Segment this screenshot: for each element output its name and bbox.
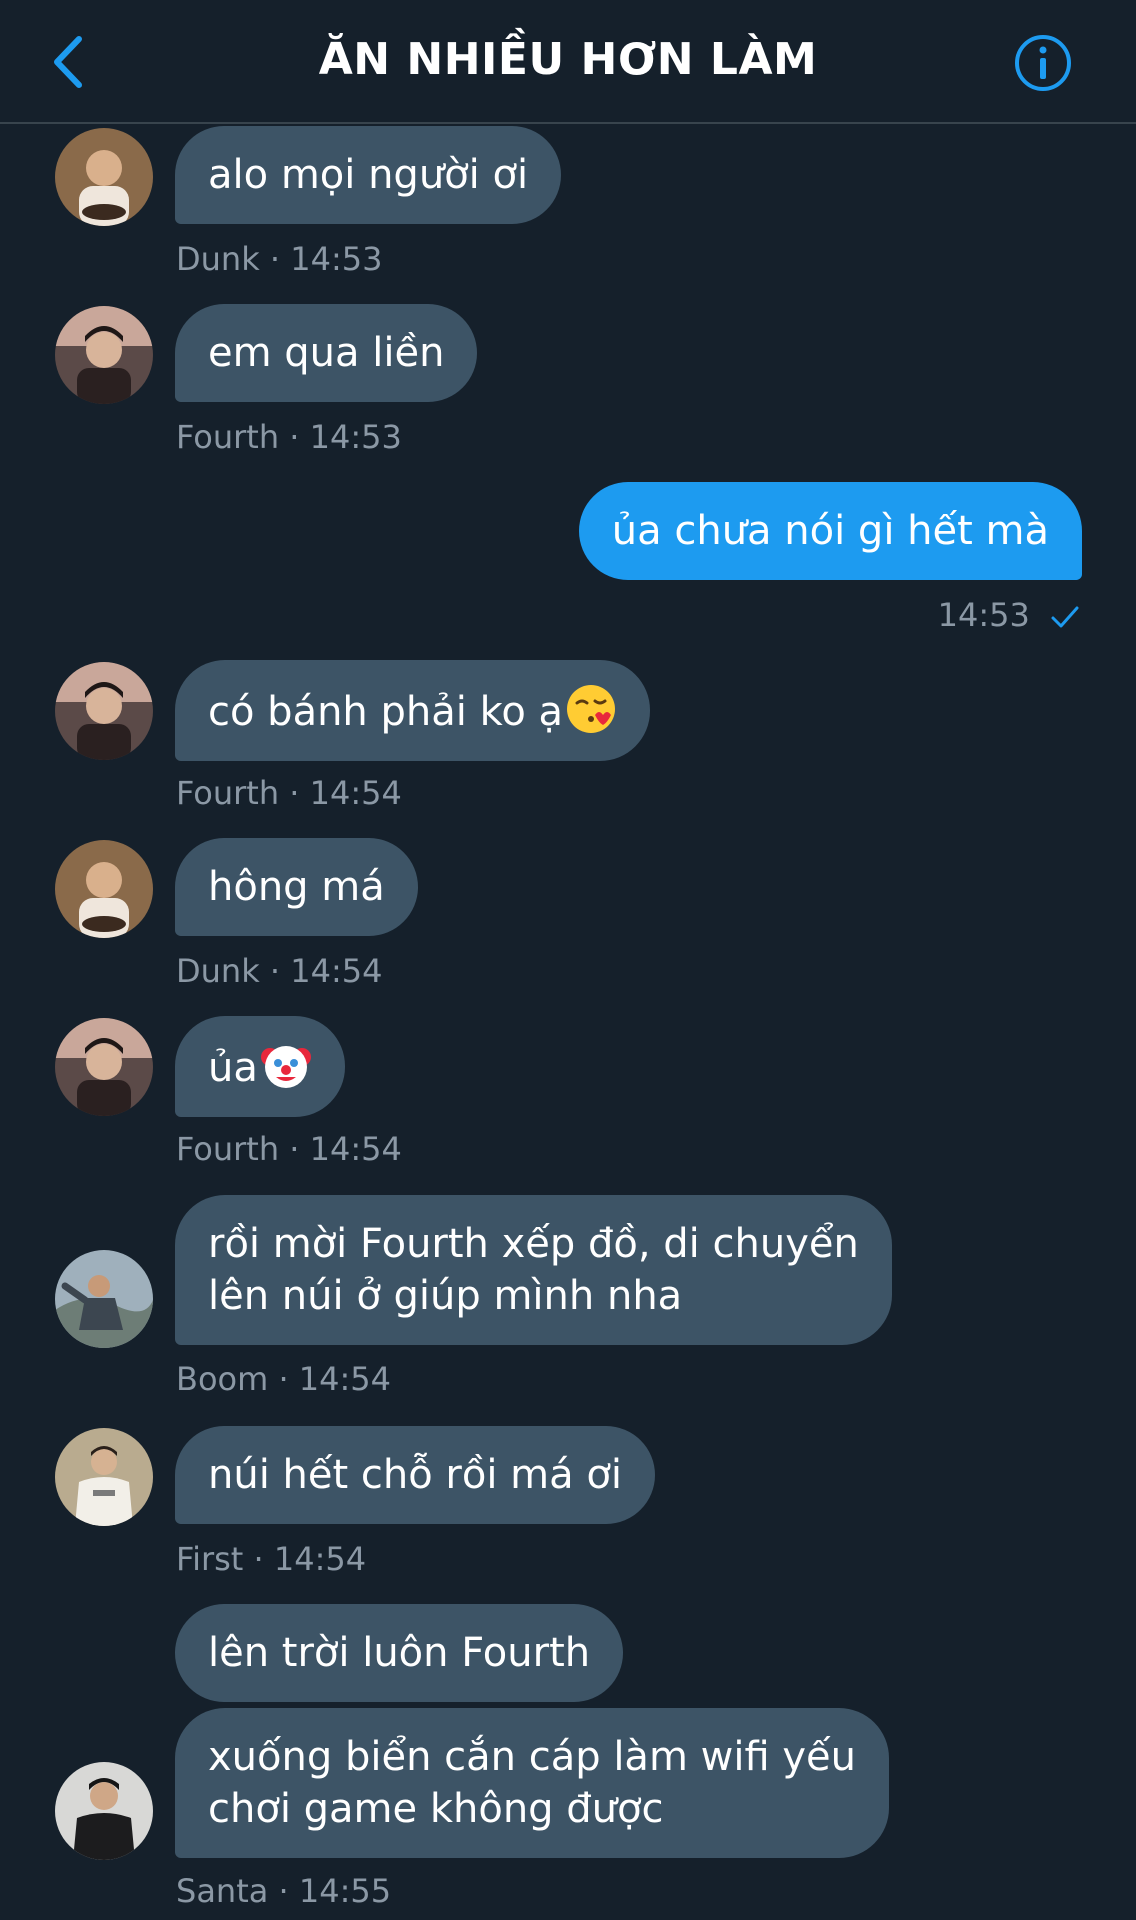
message-text: ủa bbox=[208, 1045, 258, 1091]
message-meta: Fourth · 14:53 bbox=[176, 418, 402, 456]
message-text-line: rồi mời Fourth xếp đồ, di chuyển bbox=[208, 1221, 859, 1267]
message-text: có bánh phải ko ạ bbox=[208, 689, 564, 735]
avatar-fourth[interactable] bbox=[55, 1018, 153, 1116]
message-text: alo mọi người ơi bbox=[208, 152, 529, 198]
message-meta: Dunk · 14:54 bbox=[176, 952, 383, 990]
message-meta: First · 14:54 bbox=[176, 1540, 367, 1578]
message-meta: Fourth · 14:54 bbox=[176, 1130, 402, 1168]
message-meta: Fourth · 14:54 bbox=[176, 774, 402, 812]
avatar-dunk[interactable] bbox=[55, 840, 153, 938]
message-text: em qua liền bbox=[208, 330, 445, 376]
message-text: hông má bbox=[208, 864, 385, 910]
message-text: ủa chưa nói gì hết mà bbox=[611, 508, 1049, 554]
message-bubble[interactable]: hông má bbox=[175, 838, 418, 936]
message-bubble[interactable]: alo mọi người ơi bbox=[175, 126, 562, 224]
message-text: núi hết chỗ rồi má ơi bbox=[208, 1452, 622, 1498]
chevron-left-icon bbox=[54, 36, 82, 88]
message-bubble-outgoing[interactable]: ủa chưa nói gì hết mà bbox=[578, 482, 1082, 580]
clown-face-emoji bbox=[260, 1046, 311, 1088]
message-text-line: xuống biển cắn cáp làm wifi yếu bbox=[208, 1734, 856, 1780]
message-text: lên trời luôn Fourth bbox=[208, 1630, 591, 1676]
message-text-line: lên núi ở giúp mình nha bbox=[208, 1273, 683, 1319]
avatar-fourth[interactable] bbox=[55, 306, 153, 404]
message-meta: 14:53 bbox=[938, 596, 1080, 634]
check-icon bbox=[1051, 606, 1079, 628]
info-button[interactable] bbox=[1014, 34, 1072, 92]
conversation-title: ĂN NHIỀU HƠN LÀM bbox=[318, 34, 818, 85]
chat-header: ĂN NHIỀU HƠN LÀM bbox=[0, 0, 1136, 124]
message-bubble[interactable]: xuống biển cắn cáp làm wifi yếu chơi gam… bbox=[175, 1708, 889, 1858]
avatar-boom[interactable] bbox=[55, 1250, 153, 1348]
avatar-fourth[interactable] bbox=[55, 662, 153, 760]
message-bubble[interactable]: lên trời luôn Fourth bbox=[175, 1604, 624, 1702]
info-icon bbox=[1015, 35, 1071, 91]
avatar-santa[interactable] bbox=[55, 1762, 153, 1860]
kissing-heart-emoji bbox=[567, 685, 616, 733]
chat-screen: ĂN NHIỀU HƠN LÀM alo mọi người ơi Dunk ·… bbox=[0, 0, 1136, 1920]
message-meta: Boom · 14:54 bbox=[176, 1360, 392, 1398]
message-meta: Dunk · 14:53 bbox=[176, 240, 383, 278]
message-bubble[interactable]: núi hết chỗ rồi má ơi bbox=[175, 1426, 655, 1524]
back-button[interactable] bbox=[44, 30, 92, 94]
message-meta: Santa · 14:55 bbox=[176, 1872, 392, 1910]
message-bubble[interactable]: ủa bbox=[175, 1016, 345, 1117]
message-bubble[interactable]: có bánh phải ko ạ bbox=[175, 660, 651, 761]
message-bubble[interactable]: em qua liền bbox=[175, 304, 478, 402]
message-bubble[interactable]: rồi mời Fourth xếp đồ, di chuyển lên núi… bbox=[175, 1195, 892, 1345]
message-text-line: chơi game không được bbox=[208, 1786, 664, 1832]
avatar-dunk[interactable] bbox=[55, 128, 153, 226]
message-time: 14:53 bbox=[937, 596, 1030, 634]
avatar-first[interactable] bbox=[55, 1428, 153, 1526]
